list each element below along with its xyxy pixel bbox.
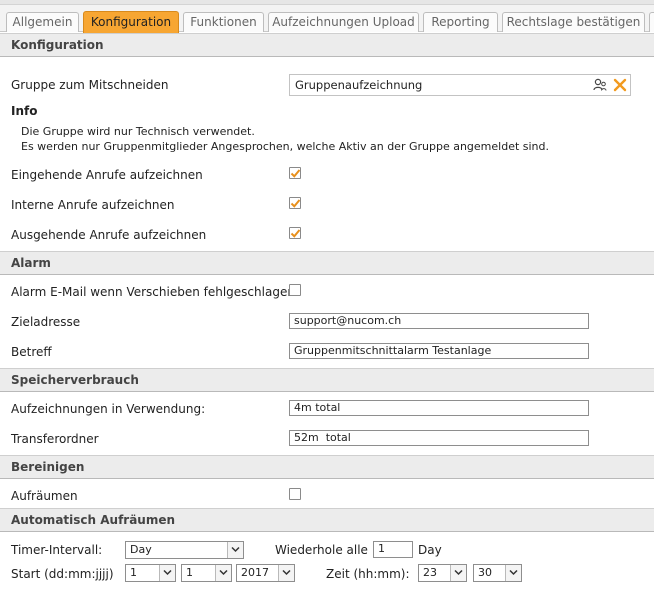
- section-konfiguration: Konfiguration: [0, 33, 654, 57]
- start-month-select[interactable]: 1: [181, 564, 232, 582]
- group-field[interactable]: Gruppenaufzeichnung: [289, 74, 631, 96]
- outgoing-calls-checkbox[interactable]: [289, 227, 301, 239]
- section-alarm: Alarm: [0, 251, 654, 275]
- tab-allgemein[interactable]: Allgemein: [6, 12, 79, 32]
- section-speicherverbrauch: Speicherverbrauch: [0, 368, 654, 392]
- timer-interval-value: Day: [130, 543, 152, 556]
- subject-input[interactable]: Gruppenmitschnittalarm Testanlage: [289, 343, 589, 359]
- incoming-calls-checkbox[interactable]: [289, 167, 301, 179]
- start-date-label: Start (dd:mm:jjjj): [11, 567, 114, 581]
- tab-bar: Allgemein Konfiguration Funktionen Aufze…: [0, 0, 654, 33]
- alarm-email-label: Alarm E-Mail wenn Verschieben fehlgeschl…: [11, 285, 295, 299]
- chevron-down-icon: [505, 565, 521, 581]
- chevron-down-icon: [159, 565, 175, 581]
- cleanup-label: Aufräumen: [11, 489, 78, 503]
- recordings-used-input[interactable]: 4m total: [289, 400, 589, 416]
- target-address-input[interactable]: support@nucom.ch: [289, 313, 589, 329]
- target-address-label: Zieladresse: [11, 315, 81, 329]
- chevron-down-icon: [215, 565, 231, 581]
- group-member-icon[interactable]: [593, 78, 607, 92]
- time-hour-select[interactable]: 23: [418, 564, 467, 582]
- timer-interval-select[interactable]: Day: [125, 541, 244, 559]
- info-line-1: Die Gruppe wird nur Technisch verwendet.: [21, 125, 255, 138]
- tab-overflow[interactable]: [649, 12, 654, 32]
- chevron-down-icon: [450, 565, 466, 581]
- start-day-select[interactable]: 1: [125, 564, 176, 582]
- tab-funktionen[interactable]: Funktionen: [183, 12, 264, 32]
- group-label: Gruppe zum Mitschneiden: [11, 78, 169, 92]
- transfer-folder-label: Transferordner: [11, 432, 99, 446]
- timer-interval-label: Timer-Intervall:: [11, 543, 103, 557]
- tab-aufzeichnungen-upload[interactable]: Aufzeichnungen Upload: [268, 12, 419, 32]
- outgoing-calls-label: Ausgehende Anrufe aufzeichnen: [11, 228, 207, 242]
- start-year-select[interactable]: 2017: [236, 564, 295, 582]
- recordings-used-label: Aufzeichnungen in Verwendung:: [11, 402, 206, 416]
- internal-calls-checkbox[interactable]: [289, 197, 301, 209]
- chevron-down-icon: [278, 565, 294, 581]
- transfer-folder-input[interactable]: 52m total: [289, 430, 589, 446]
- start-month-value: 1: [186, 566, 193, 579]
- start-year-value: 2017: [241, 566, 269, 579]
- info-title: Info: [11, 104, 38, 118]
- group-field-value: Gruppenaufzeichnung: [295, 78, 423, 92]
- alarm-email-checkbox[interactable]: [289, 284, 301, 296]
- section-bereinigen: Bereinigen: [0, 455, 654, 479]
- time-hour-value: 23: [423, 566, 437, 579]
- section-automatisch-aufraeumen: Automatisch Aufräumen: [0, 508, 654, 532]
- tab-bar-top-strip: [0, 0, 654, 5]
- tab-rechtslage-bestaetigen[interactable]: Rechtslage bestätigen: [502, 12, 645, 32]
- clear-x-icon[interactable]: [613, 78, 627, 92]
- time-minute-select[interactable]: 30: [473, 564, 522, 582]
- chevron-down-icon: [227, 542, 243, 558]
- time-label: Zeit (hh:mm):: [326, 567, 410, 581]
- time-minute-value: 30: [478, 566, 492, 579]
- repeat-input[interactable]: 1: [373, 541, 413, 558]
- start-day-value: 1: [130, 566, 137, 579]
- repeat-label: Wiederhole alle: [275, 543, 368, 557]
- tab-reporting[interactable]: Reporting: [423, 12, 498, 32]
- subject-label: Betreff: [11, 345, 52, 359]
- tab-konfiguration[interactable]: Konfiguration: [83, 11, 179, 33]
- incoming-calls-label: Eingehende Anrufe aufzeichnen: [11, 168, 203, 182]
- cleanup-checkbox[interactable]: [289, 488, 301, 500]
- info-line-2: Es werden nur Gruppenmitglieder Angespro…: [21, 140, 550, 153]
- internal-calls-label: Interne Anrufe aufzeichnen: [11, 198, 175, 212]
- repeat-unit-label: Day: [418, 543, 442, 557]
